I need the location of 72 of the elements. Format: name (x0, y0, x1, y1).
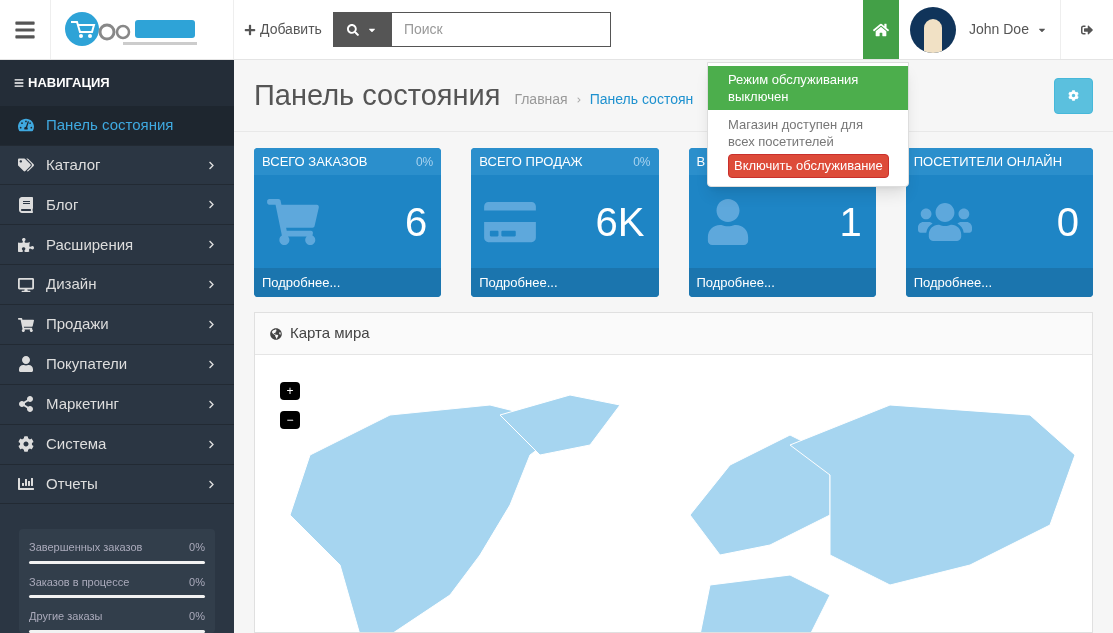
stat-label: Другие заказы (29, 609, 103, 625)
separator-icon (575, 96, 582, 103)
details-link[interactable]: Подробнее... (688, 268, 876, 297)
search-field[interactable]: Поиск (390, 12, 611, 47)
chevron-icon (207, 240, 216, 250)
tile-title: ПОСЕТИТЕЛИ ОНЛАЙН (913, 152, 1063, 171)
stat-value: 0% (189, 609, 205, 625)
details-link[interactable]: Подробнее... (905, 268, 1093, 297)
cart-icon (18, 316, 34, 333)
chevron-icon (207, 439, 216, 449)
tile-value: 0 (1056, 198, 1080, 246)
tile-value: 6 (405, 198, 429, 246)
maintenance-description: Магазин доступен для всех посетителей (727, 116, 864, 150)
logout-icon (1081, 23, 1093, 36)
bar-chart-icon (18, 476, 34, 492)
settings-icon (1068, 90, 1079, 101)
details-link[interactable]: Подробнее... (254, 268, 442, 297)
nav-item[interactable]: Дизайн (0, 265, 234, 306)
person-icon (18, 356, 34, 373)
zoom-in-button[interactable]: + (280, 382, 300, 400)
nav-item[interactable]: Каталог (0, 145, 234, 186)
tile-percent: 0% (415, 153, 434, 171)
tile-percent: 0% (633, 153, 651, 171)
stat-label: Завершенных заказов (29, 540, 143, 556)
nav-title: НАВИГАЦИЯ (28, 74, 110, 93)
search-type-button[interactable] (332, 12, 391, 47)
chevron-icon (207, 479, 216, 489)
globe-icon (270, 327, 282, 340)
nav-item[interactable]: Блог (0, 185, 234, 226)
user-menu-button[interactable]: John Doe (969, 19, 1047, 40)
chevron-icon (207, 359, 216, 369)
user-avatar[interactable] (910, 6, 956, 53)
details-link[interactable]: Подробнее... (471, 268, 659, 297)
cart-icon (266, 198, 320, 245)
gauge-icon (18, 117, 34, 134)
page-title: Панель состояния (254, 77, 501, 113)
enable-maintenance-button[interactable]: Включить обслуживание (728, 154, 889, 178)
chevron-icon (207, 280, 216, 290)
tile-title: ВСЕГО ПРОДАЖ (479, 152, 583, 171)
book-icon (18, 196, 34, 213)
home-button[interactable] (863, 0, 899, 59)
tile-title: В (696, 152, 706, 171)
tile-value: 1 (839, 198, 863, 246)
puzzle-icon (18, 236, 34, 253)
nav-item[interactable]: Покупатели (0, 344, 234, 385)
monitor-icon (18, 276, 34, 293)
panel-title: Карта мира (290, 323, 370, 344)
tag-icon (18, 157, 34, 173)
stat-value: 0% (189, 574, 205, 590)
nav-item[interactable]: Расширения (0, 225, 234, 266)
stat-label: Заказов в процессе (29, 574, 130, 590)
chevron-icon (207, 160, 216, 170)
search-icon (346, 23, 359, 36)
maintenance-status: Режим обслуживания выключен (708, 66, 908, 110)
share-icon (18, 396, 34, 413)
zoom-out-button[interactable]: − (280, 411, 300, 429)
nav-item[interactable]: Маркетинг (0, 384, 234, 425)
add-button[interactable]: Добавить (244, 19, 322, 40)
nav-item[interactable]: Система (0, 424, 234, 465)
stat-value: 0% (189, 540, 205, 556)
tile-value: 6K (595, 198, 646, 246)
nav-item[interactable]: Отчеты (0, 464, 234, 505)
nav-item[interactable]: Панель состояния (0, 105, 234, 146)
gear-icon (18, 436, 34, 453)
tile-title: ВСЕГО ЗАКАЗОВ (262, 152, 368, 171)
chevron-icon (207, 320, 216, 329)
home-icon (873, 21, 889, 38)
chevron-icon (207, 399, 216, 409)
menu-icon (14, 77, 24, 88)
plus-icon (244, 23, 256, 36)
chevron-icon (207, 200, 216, 210)
nav-item[interactable]: Продажи (0, 305, 234, 345)
